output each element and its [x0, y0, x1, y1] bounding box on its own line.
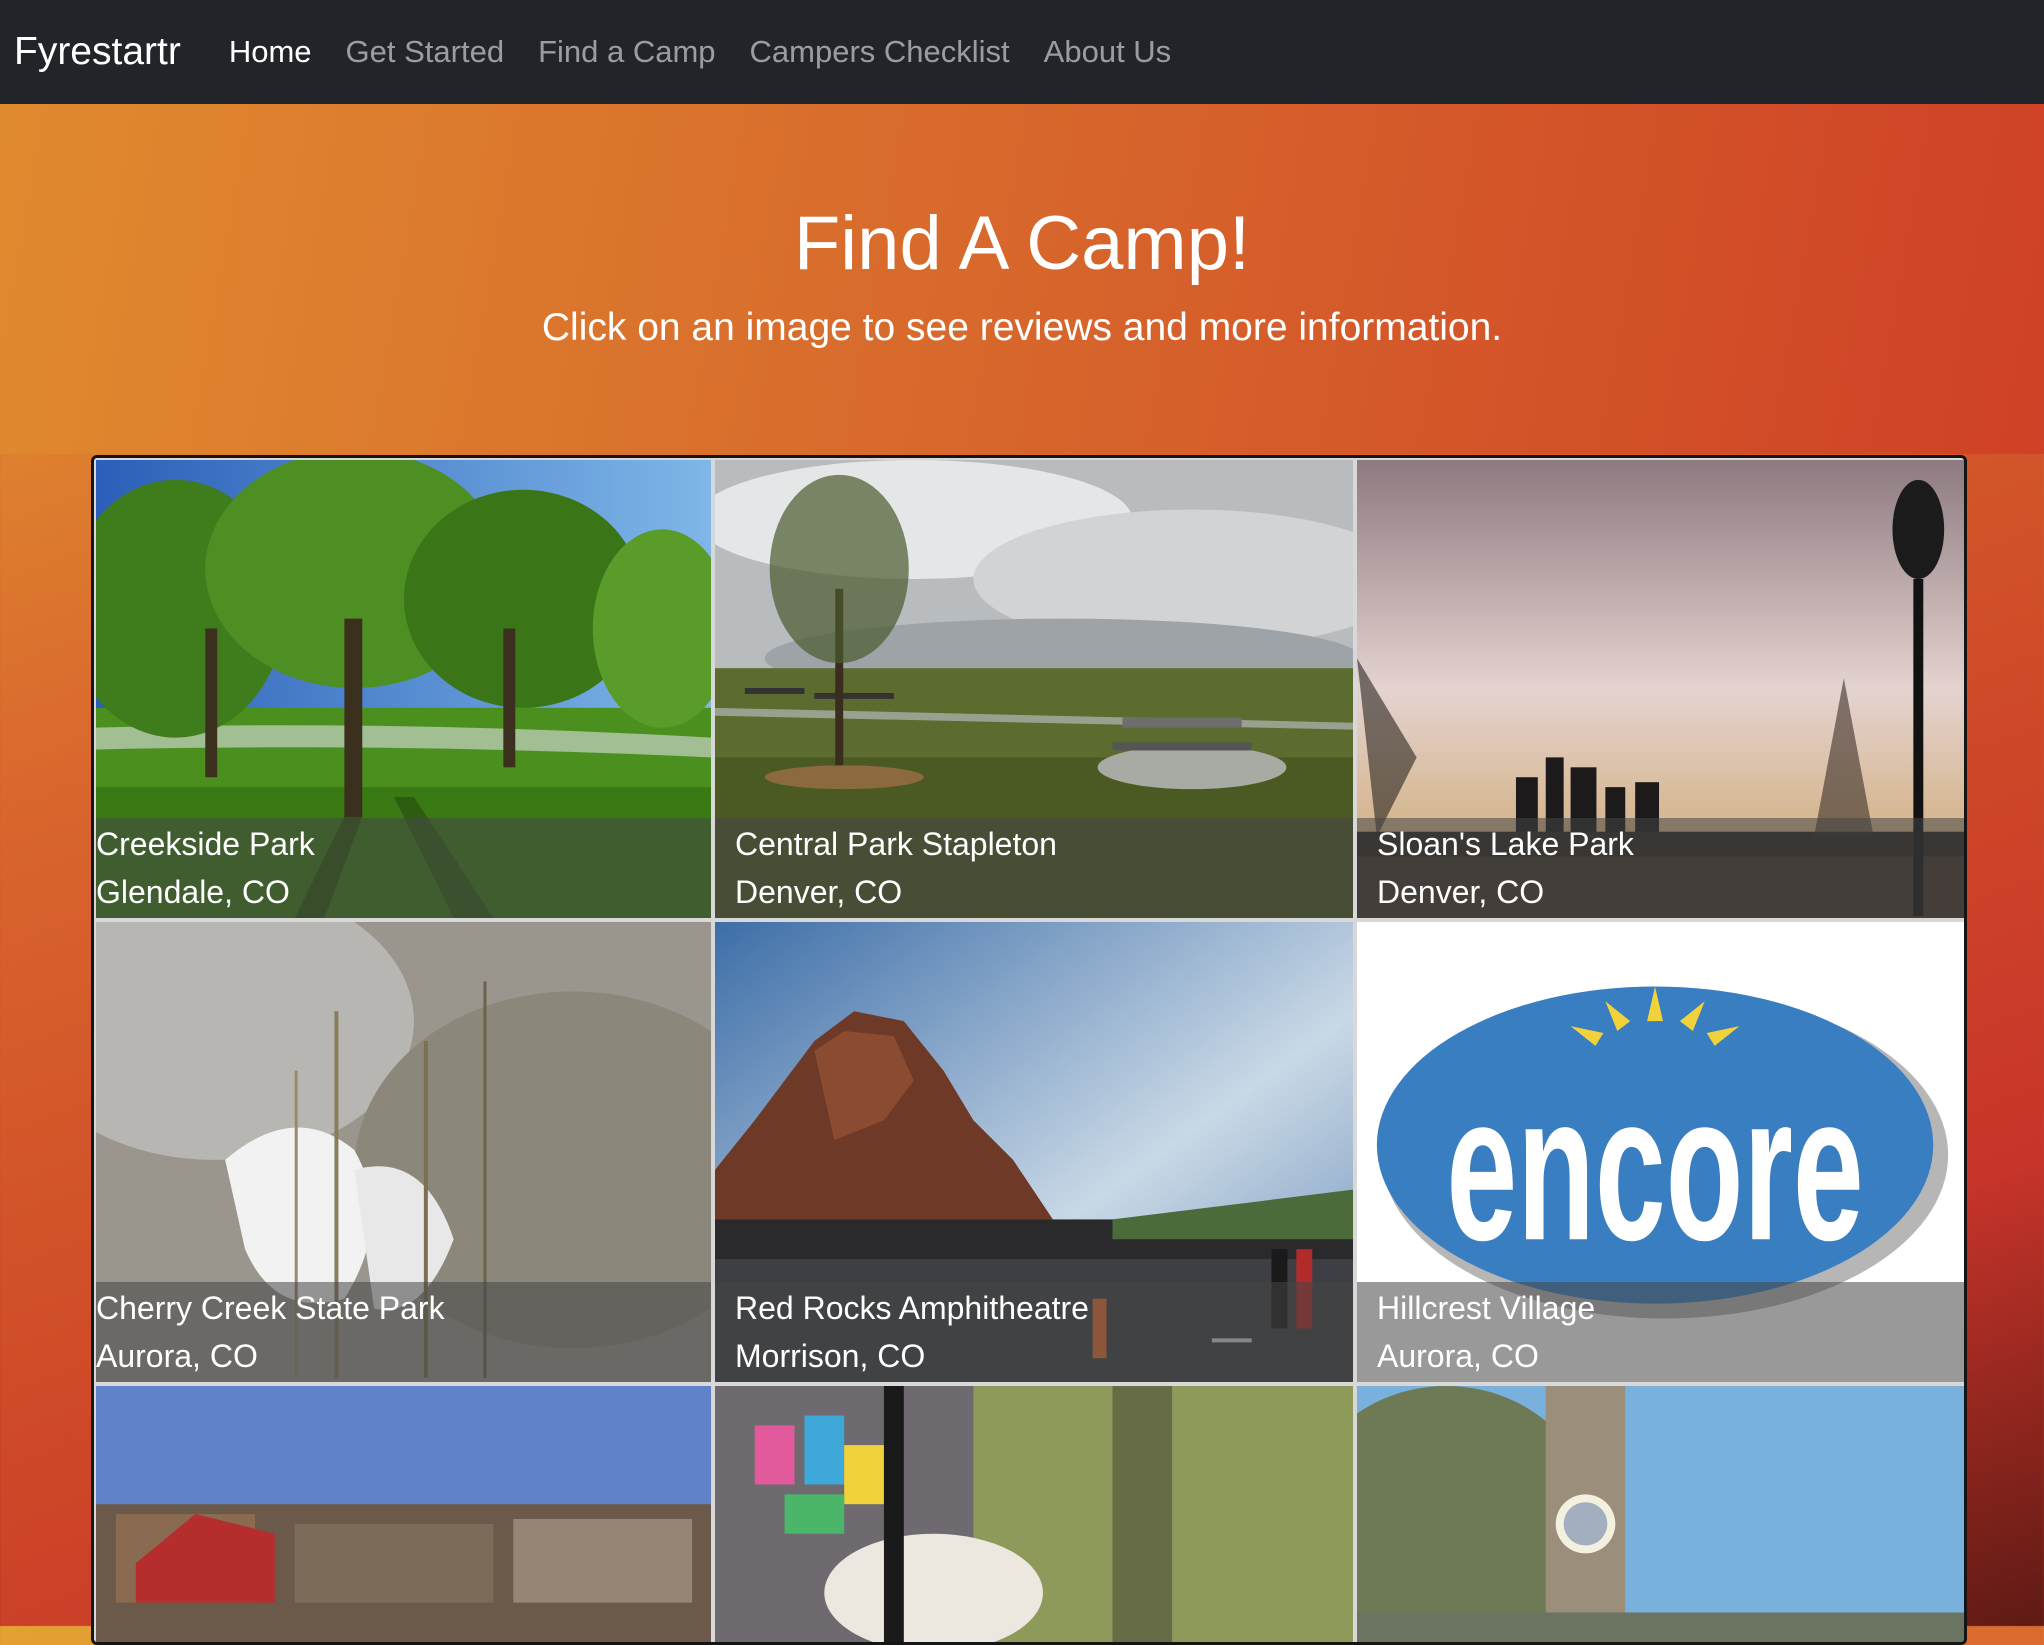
- camp-location: Aurora, CO: [1377, 1338, 1539, 1374]
- camp-card-row3-1[interactable]: [94, 1384, 713, 1642]
- camp-card-row3-3[interactable]: [1355, 1384, 1964, 1642]
- camp-card-creekside-park[interactable]: Creekside Park Glendale, CO: [94, 458, 713, 920]
- camp-location: Glendale, CO: [96, 874, 290, 910]
- camp-image: [715, 1386, 1353, 1642]
- page-subtitle: Click on an image to see reviews and mor…: [541, 306, 1503, 349]
- hero-banner: Find A Camp! Click on an image to see re…: [0, 104, 2044, 454]
- camp-name: Hillcrest Village: [1377, 1290, 1596, 1326]
- camp-location: Denver, CO: [1377, 874, 1545, 910]
- camp-caption: Red Rocks Amphitheatre Morrison, CO: [715, 1282, 1353, 1382]
- camp-card-row3-2[interactable]: [713, 1384, 1355, 1642]
- camp-location: Morrison, CO: [735, 1338, 926, 1374]
- camp-location: Aurora, CO: [96, 1338, 258, 1374]
- camp-name: Sloan's Lake Park: [1377, 826, 1634, 862]
- camp-caption: Creekside Park Glendale, CO: [96, 818, 711, 918]
- camp-card-sloans-lake-park[interactable]: Sloan's Lake Park Denver, CO: [1355, 458, 1964, 920]
- nav-about-us[interactable]: About Us: [1044, 34, 1172, 70]
- camp-location: Denver, CO: [735, 874, 903, 910]
- camp-card-central-park-stapleton[interactable]: Central Park Stapleton Denver, CO: [713, 458, 1355, 920]
- nav-get-started[interactable]: Get Started: [346, 34, 505, 70]
- camp-caption: Sloan's Lake Park Denver, CO: [1357, 818, 1964, 918]
- camp-image: [96, 1386, 711, 1642]
- camp-name: Creekside Park: [96, 826, 315, 862]
- top-navbar: Fyrestartr Home Get Started Find a Camp …: [0, 0, 2044, 104]
- camp-grid: Creekside Park Glendale, CO Central Park…: [91, 455, 1967, 1645]
- svg-text:encore: encore: [1446, 1051, 1863, 1284]
- camp-card-hillcrest-village[interactable]: encore Hillcrest Village Aurora, CO: [1355, 920, 1964, 1384]
- camp-caption: Hillcrest Village Aurora, CO: [1357, 1282, 1964, 1382]
- camp-card-cherry-creek-state-park[interactable]: Cherry Creek State Park Aurora, CO: [94, 920, 713, 1384]
- camp-card-red-rocks-amphitheatre[interactable]: Red Rocks Amphitheatre Morrison, CO: [713, 920, 1355, 1384]
- nav-campers-checklist[interactable]: Campers Checklist: [750, 34, 1010, 70]
- camp-caption: Central Park Stapleton Denver, CO: [715, 818, 1353, 918]
- camp-name: Central Park Stapleton: [735, 826, 1057, 862]
- nav-find-a-camp[interactable]: Find a Camp: [538, 34, 715, 70]
- camp-caption: Cherry Creek State Park Aurora, CO: [96, 1282, 711, 1382]
- page-title: Find A Camp!: [793, 201, 1251, 286]
- camp-image: [1357, 1386, 1964, 1642]
- nav-home[interactable]: Home: [229, 34, 312, 70]
- camp-name: Red Rocks Amphitheatre: [735, 1290, 1089, 1326]
- camp-name: Cherry Creek State Park: [96, 1290, 445, 1326]
- brand-link[interactable]: Fyrestartr: [14, 30, 181, 74]
